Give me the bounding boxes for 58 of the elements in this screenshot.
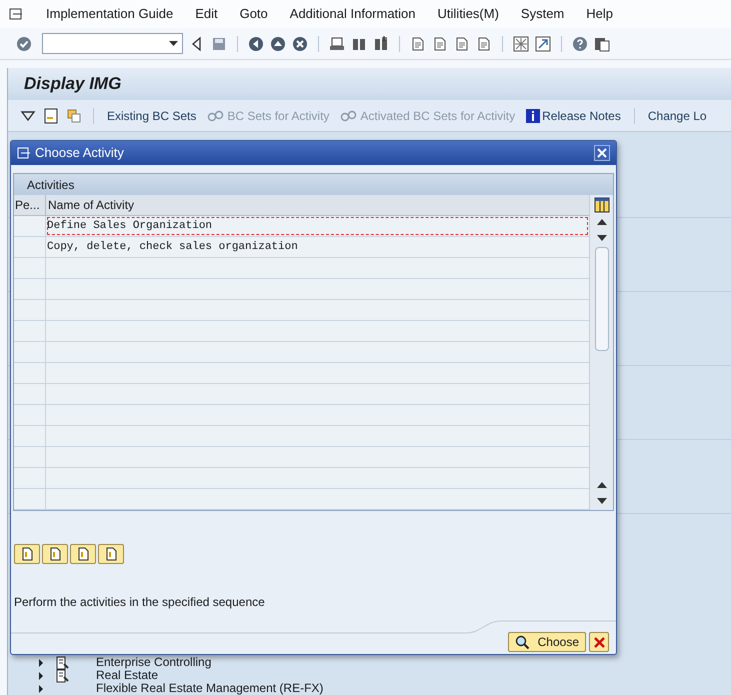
grid-icon[interactable] [513,36,529,52]
column-header[interactable]: Name of Activity [46,195,589,215]
sort-bottom-button[interactable] [98,544,124,564]
dialog-title: Choose Activity [35,144,125,162]
previous-page-icon[interactable] [432,36,448,52]
move-up-button[interactable] [42,544,68,564]
menu-item[interactable]: System [520,4,564,24]
scroll-down-icon[interactable] [596,235,606,241]
document-pen-icon[interactable] [54,668,70,684]
toolbar-button[interactable]: Existing BC Sets [105,106,198,124]
scroll-down-icon[interactable] [596,498,606,504]
check-icon[interactable] [16,36,32,52]
move-down-button[interactable] [70,544,96,564]
tree-node[interactable]: Real Estate [96,669,158,682]
menu-item[interactable]: Help [586,4,614,24]
column-settings-icon[interactable] [594,197,610,213]
layout-icon[interactable] [594,36,610,52]
tree-node[interactable]: Flexible Real Estate Management (RE-FX) [96,682,324,695]
menu-item[interactable]: Additional Information [290,4,416,24]
back-icon[interactable] [248,36,264,52]
scrollbar-thumb[interactable] [594,247,608,351]
menu-item[interactable]: Implementation Guide [46,4,174,24]
magnifier-icon [514,634,530,650]
dialog-icon [17,147,31,159]
tree-node[interactable]: Enterprise Controlling [96,656,212,669]
window-arrow-icon[interactable] [535,36,551,52]
save-icon[interactable] [211,36,227,52]
column-header[interactable]: Pe... [14,195,46,215]
close-button[interactable] [594,145,610,161]
dropdown-icon [169,41,178,46]
menu-item[interactable]: Edit [195,4,218,24]
document-pen-icon[interactable] [54,654,70,670]
sort-top-button[interactable] [14,544,40,564]
link-icon [207,110,226,122]
close-icon [594,636,604,648]
copy-icon[interactable] [66,108,82,124]
menu-item[interactable]: Goto [240,4,268,24]
scroll-up-icon[interactable] [596,482,606,488]
menu-item[interactable]: Utilities(M) [438,4,499,24]
up-icon[interactable] [270,36,286,52]
command-field[interactable] [42,33,183,54]
toolbar-button[interactable]: Release Notes [524,106,623,124]
next-page-icon[interactable] [454,36,470,52]
toolbar-button[interactable]: Change Lo [646,106,709,124]
first-page-icon[interactable] [410,36,426,52]
screen-title: Display IMG [24,73,122,96]
help-icon[interactable] [572,36,588,52]
hint-text: Perform the activities in the specified sequence [14,594,266,611]
print-icon[interactable] [329,36,345,52]
menu-icon[interactable] [8,6,24,22]
cancel-button[interactable] [589,632,609,652]
last-page-icon[interactable] [476,36,492,52]
cancel-icon[interactable] [292,36,308,52]
link-icon [340,110,358,122]
scroll-up-icon[interactable] [596,219,606,225]
info-icon [526,108,540,122]
choose-button[interactable]: Choose [508,632,586,652]
table-title: Activities [27,176,74,194]
